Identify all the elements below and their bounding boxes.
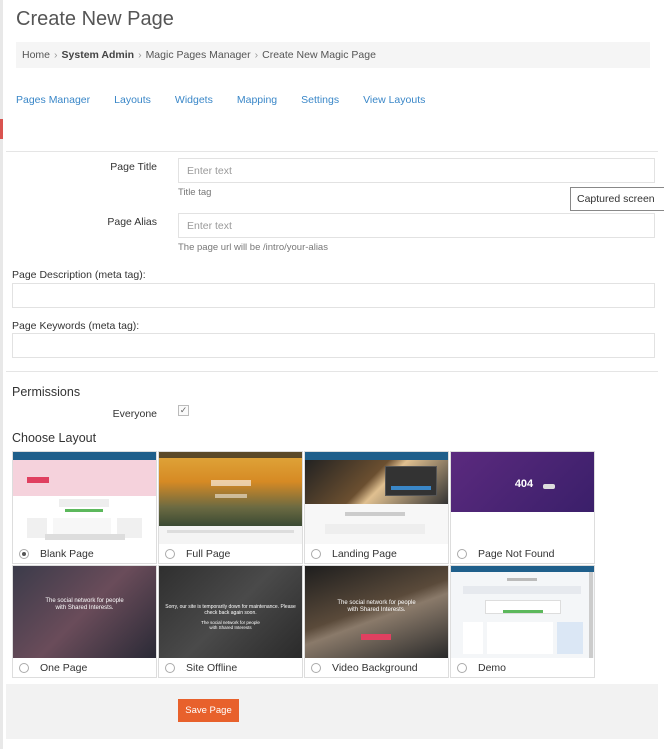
layout-thumb-video-background: The social network for people with Share…: [305, 566, 448, 658]
everyone-checkbox[interactable]: ✓: [178, 405, 189, 416]
breadcrumb-separator-icon: ›: [54, 49, 58, 61]
permissions-title: Permissions: [12, 385, 81, 399]
layout-option-page-not-found[interactable]: Page Not Found: [457, 548, 554, 560]
radio-full-page[interactable]: [165, 549, 175, 559]
offline-message: Sorry, our site is temporarily down for …: [165, 604, 296, 616]
form-footer: [6, 684, 658, 739]
layout-label-demo: Demo: [478, 662, 507, 674]
page-keywords-label: Page Keywords (meta tag):: [12, 320, 140, 332]
page-description-label: Page Description (meta tag):: [12, 269, 146, 281]
page-description-input[interactable]: [12, 283, 655, 308]
page-alias-label: Page Alias: [107, 216, 157, 228]
radio-page-not-found[interactable]: [457, 549, 467, 559]
layout-thumb-page-not-found: 404: [451, 452, 594, 544]
breadcrumb-separator-icon: ›: [254, 49, 259, 61]
tab-mapping[interactable]: Mapping: [237, 94, 277, 106]
page-alias-help: The page url will be /intro/your-alias: [178, 242, 328, 253]
layout-thumb-blank-page: [13, 452, 156, 544]
offline-subtext: The social network for people with Share…: [201, 620, 260, 630]
not-found-code: 404: [514, 478, 534, 490]
radio-video-background[interactable]: [311, 663, 321, 673]
radio-landing-page[interactable]: [311, 549, 321, 559]
tab-bar: Pages Manager Layouts Widgets Mapping Se…: [16, 94, 449, 106]
layout-card-video-background[interactable]: The social network for people with Share…: [304, 565, 449, 678]
layout-option-landing-page[interactable]: Landing Page: [311, 548, 397, 560]
layout-card-demo[interactable]: Demo: [450, 565, 595, 678]
page-keywords-input[interactable]: [12, 333, 655, 358]
breadcrumb-current: Create New Magic Page: [262, 49, 376, 61]
tab-layouts[interactable]: Layouts: [114, 94, 151, 106]
layout-label-one-page: One Page: [40, 662, 88, 674]
layout-thumb-one-page: The social network for people with Share…: [13, 566, 156, 658]
layout-card-blank-page[interactable]: Blank Page: [12, 451, 157, 564]
layout-card-one-page[interactable]: The social network for people with Share…: [12, 565, 157, 678]
tab-pages-manager[interactable]: Pages Manager: [16, 94, 90, 106]
layout-option-full-page[interactable]: Full Page: [165, 548, 230, 560]
breadcrumb-home[interactable]: Home: [22, 49, 50, 61]
radio-one-page[interactable]: [19, 663, 29, 673]
layout-label-site-offline: Site Offline: [186, 662, 238, 674]
breadcrumb-system-admin[interactable]: System Admin: [62, 49, 135, 61]
tab-settings[interactable]: Settings: [301, 94, 339, 106]
left-edge-bar: [0, 0, 3, 749]
layout-option-blank-page[interactable]: Blank Page: [19, 548, 94, 560]
tab-widgets[interactable]: Widgets: [175, 94, 213, 106]
breadcrumb-magic-pages-manager[interactable]: Magic Pages Manager: [146, 49, 251, 61]
layout-card-site-offline[interactable]: Sorry, our site is temporarily down for …: [158, 565, 303, 678]
layout-thumb-demo: [451, 566, 594, 658]
radio-site-offline[interactable]: [165, 663, 175, 673]
layout-thumb-site-offline: Sorry, our site is temporarily down for …: [159, 566, 302, 658]
breadcrumb-separator-icon: ›: [138, 49, 142, 61]
layout-thumb-full-page: [159, 452, 302, 544]
breadcrumb: Home › System Admin › Magic Pages Manager › Cr…: [16, 42, 650, 68]
layout-option-one-page[interactable]: One Page: [19, 662, 87, 674]
save-page-button[interactable]: Save Page: [178, 699, 239, 722]
captured-screen-tooltip: Captured screen: [570, 187, 664, 211]
layout-card-page-not-found[interactable]: 404 Page Not Found: [450, 451, 595, 564]
radio-demo[interactable]: [457, 663, 467, 673]
layout-label-blank-page: Blank Page: [40, 548, 94, 560]
page-title-label: Page Title: [110, 161, 157, 173]
layout-option-demo[interactable]: Demo: [457, 662, 506, 674]
choose-layout-title: Choose Layout: [12, 431, 97, 445]
page-alias-input[interactable]: [178, 213, 655, 238]
layout-option-site-offline[interactable]: Site Offline: [165, 662, 237, 674]
divider: [6, 371, 658, 372]
video-headline: The social network for people with Share…: [337, 600, 416, 613]
layout-label-full-page: Full Page: [186, 548, 231, 560]
layout-card-landing-page[interactable]: Landing Page: [304, 451, 449, 564]
everyone-label: Everyone: [112, 408, 157, 420]
layout-label-landing-page: Landing Page: [332, 548, 397, 560]
layout-thumb-landing-page: [305, 452, 448, 544]
page-title-help: Title tag: [178, 187, 212, 198]
radio-blank-page[interactable]: [19, 549, 29, 559]
tab-view-layouts[interactable]: View Layouts: [363, 94, 425, 106]
layout-label-video-background: Video Background: [332, 662, 418, 674]
one-page-headline: The social network for people with Share…: [45, 598, 124, 611]
layout-grid: Blank Page Full Page Landing Page 404 Pa…: [12, 451, 595, 678]
page-title: Create New Page: [16, 8, 174, 30]
left-edge-marker: [0, 119, 3, 139]
layout-card-full-page[interactable]: Full Page: [158, 451, 303, 564]
layout-option-video-background[interactable]: Video Background: [311, 662, 418, 674]
page-title-input[interactable]: [178, 158, 655, 183]
divider: [6, 151, 658, 152]
layout-label-page-not-found: Page Not Found: [478, 548, 555, 560]
